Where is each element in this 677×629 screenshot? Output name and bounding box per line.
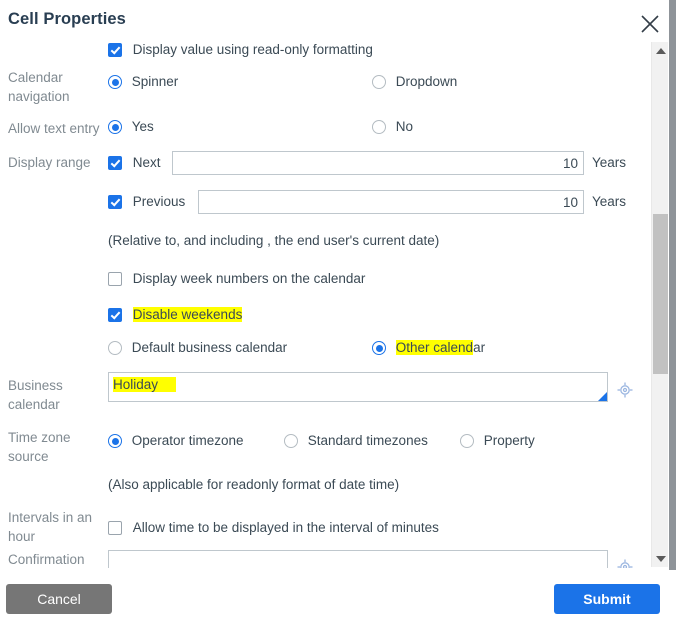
readonly-format-label: Display value using read-only formatting (132, 42, 373, 57)
other-calendar-label: Other calendar (395, 340, 486, 355)
page-scrollbar-thumb[interactable] (669, 0, 676, 629)
previous-range-label: Previous (132, 194, 186, 209)
row-week-numbers: Display week numbers on the calendar (0, 271, 650, 291)
resize-grip-icon[interactable] (598, 392, 607, 401)
row-disable-weekends: Disable weekends (0, 307, 650, 327)
standard-timezones-label: Standard timezones (307, 433, 428, 448)
disable-weekends-label: Disable weekends (132, 307, 243, 322)
radio-standard-timezones[interactable]: Standard timezones (284, 433, 428, 449)
scroll-up-arrow-icon[interactable] (652, 42, 669, 59)
radio-dot (372, 120, 386, 134)
default-business-calendar-label: Default business calendar (131, 340, 288, 355)
time-zone-source-label: Time zone source (8, 430, 71, 464)
property-label: Property (483, 433, 535, 448)
radio-dot (372, 75, 386, 89)
cancel-button[interactable]: Cancel (6, 584, 112, 614)
row-intervals-in-hour: Intervals in an hour Allow time to be di… (0, 508, 650, 544)
business-calendar-field[interactable]: Holiday (108, 372, 608, 402)
close-icon[interactable] (636, 10, 664, 38)
dialog-title: Cell Properties (8, 10, 126, 28)
intervals-in-hour-checkbox-label: Allow time to be displayed in the interv… (132, 520, 439, 535)
other-calendar-label-highlighted: Other calend (395, 340, 474, 355)
previous-years-input[interactable] (198, 190, 584, 214)
radio-no-label: No (395, 119, 414, 134)
dialog-scroll-body: Display value using read-only formatting… (0, 38, 650, 568)
intervals-in-hour-label: Intervals in an hour (8, 510, 93, 544)
row-display-range: Display range Next Years Previous Years … (0, 151, 650, 248)
radio-spinner-label: Spinner (131, 74, 179, 89)
target-reference-icon[interactable] (616, 558, 634, 568)
row-business-calendar: Business calendar Holiday (0, 370, 650, 412)
cell-properties-dialog: Cell Properties Display value using read… (0, 0, 677, 629)
week-numbers-checkbox[interactable]: Display week numbers on the calendar (108, 271, 365, 287)
checkbox-box (108, 195, 122, 209)
radio-dot (108, 341, 122, 355)
radio-dropdown[interactable]: Dropdown (372, 74, 457, 90)
other-calendar-label-tail: ar (473, 340, 486, 355)
target-reference-icon[interactable] (616, 381, 634, 399)
page-vertical-scrollbar[interactable] (668, 0, 677, 629)
radio-other-calendar[interactable]: Other calendar (372, 340, 485, 356)
intervals-in-hour-checkbox[interactable]: Allow time to be displayed in the interv… (108, 520, 439, 536)
display-range-label: Display range (8, 155, 91, 170)
dialog-vertical-scrollbar[interactable] (651, 42, 668, 567)
row-calendar-kind: Default business calendar Other calendar (0, 340, 650, 360)
allow-text-entry-label: Allow text entry (8, 121, 100, 136)
radio-dot (108, 75, 122, 89)
next-years-unit: Years (592, 155, 627, 170)
next-range-label: Next (132, 155, 161, 170)
previous-range-checkbox[interactable]: Previous (108, 194, 185, 210)
checkbox-box (108, 272, 122, 286)
display-range-note: (Relative to, and including , the end us… (108, 233, 440, 248)
radio-allow-text-no[interactable]: No (372, 119, 413, 135)
radio-dot (108, 120, 122, 134)
operator-timezone-label: Operator timezone (131, 433, 244, 448)
row-calendar-navigation: Calendar navigation Spinner Dropdown (0, 68, 650, 104)
dialog-header: Cell Properties (0, 0, 677, 40)
business-calendar-label: Business calendar (8, 378, 63, 412)
business-calendar-value: Holiday (113, 377, 177, 392)
row-readonly-formatting: Display value using read-only formatting (0, 42, 650, 62)
radio-yes-label: Yes (131, 119, 154, 134)
checkbox-box (108, 43, 122, 57)
confirmation-label: Confirmation (8, 552, 85, 567)
previous-years-unit: Years (592, 194, 627, 209)
next-range-checkbox[interactable]: Next (108, 155, 161, 171)
row-allow-text-entry: Allow text entry Yes No (0, 119, 650, 139)
readonly-format-checkbox[interactable]: Display value using read-only formatting (108, 42, 373, 58)
radio-spinner[interactable]: Spinner (108, 74, 178, 90)
scroll-down-arrow-icon[interactable] (652, 550, 669, 567)
radio-dropdown-label: Dropdown (395, 74, 458, 89)
calendar-navigation-label: Calendar navigation (8, 70, 70, 104)
week-numbers-label: Display week numbers on the calendar (132, 271, 366, 286)
dialog-footer: Cancel Submit (0, 570, 677, 629)
time-zone-source-note: (Also applicable for readonly format of … (108, 477, 400, 492)
next-years-input[interactable] (172, 151, 584, 175)
submit-button[interactable]: Submit (554, 584, 660, 614)
confirmation-field[interactable] (108, 550, 608, 568)
radio-dot (460, 434, 474, 448)
scrollbar-thumb[interactable] (653, 214, 668, 374)
radio-operator-timezone[interactable]: Operator timezone (108, 433, 244, 449)
radio-dot (284, 434, 298, 448)
radio-property[interactable]: Property (460, 433, 535, 449)
row-time-zone-source: Time zone source Operator timezone Stand… (0, 428, 650, 492)
disable-weekends-checkbox[interactable]: Disable weekends (108, 307, 243, 323)
radio-allow-text-yes[interactable]: Yes (108, 119, 154, 135)
radio-default-business-calendar[interactable]: Default business calendar (108, 340, 287, 356)
checkbox-box (108, 521, 122, 535)
checkbox-box (108, 308, 122, 322)
row-confirmation: Confirmation (0, 550, 650, 568)
radio-dot (372, 341, 386, 355)
radio-dot (108, 434, 122, 448)
checkbox-box (108, 156, 122, 170)
